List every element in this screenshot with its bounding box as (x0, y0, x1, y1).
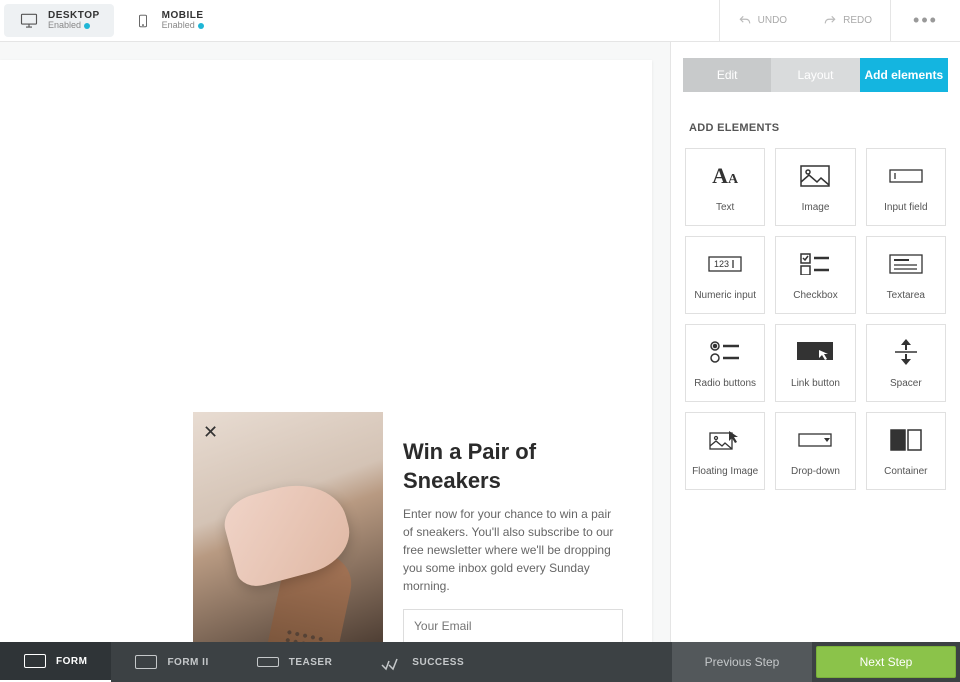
bottom-bar: FORM FORM II TEASER SUCCESS Previous Ste… (0, 642, 960, 682)
element-label: Textarea (887, 290, 925, 301)
element-label: Numeric input (694, 290, 756, 301)
element-textarea[interactable]: Textarea (866, 236, 946, 314)
redo-label: REDO (843, 15, 872, 26)
numeric-input-icon: 123 (708, 250, 742, 278)
undo-button[interactable]: UNDO (720, 0, 805, 41)
bottom-tab-label: FORM II (167, 657, 208, 668)
undo-label: UNDO (758, 15, 787, 26)
panel-tabs: Edit Layout Add elements (683, 58, 948, 92)
device-label-wrap: DESKTOP Enabled (48, 10, 100, 31)
spacer-icon (895, 338, 917, 366)
status-dot-icon (198, 23, 204, 29)
element-text[interactable]: AA Text (685, 148, 765, 226)
element-label: Input field (884, 202, 927, 213)
undo-icon (738, 14, 752, 28)
element-spacer[interactable]: Spacer (866, 324, 946, 402)
radio-icon (710, 338, 740, 366)
device-label-wrap: MOBILE Enabled (162, 10, 204, 31)
next-step-button[interactable]: Next Step (816, 646, 956, 678)
element-label: Drop-down (791, 466, 840, 477)
previous-step-button[interactable]: Previous Step (672, 642, 812, 682)
bottom-tab-form[interactable]: FORM (0, 642, 111, 682)
element-link-button[interactable]: Link button (775, 324, 855, 402)
bottom-right-actions: Previous Step Next Step (672, 642, 960, 682)
element-label: Checkbox (793, 290, 837, 301)
bottom-tab-success[interactable]: SUCCESS (356, 642, 488, 682)
element-label: Container (884, 466, 927, 477)
device-status: Enabled (162, 21, 204, 31)
desktop-icon (18, 12, 40, 30)
element-numeric-input[interactable]: 123 Numeric input (685, 236, 765, 314)
tab-layout[interactable]: Layout (771, 58, 859, 92)
elements-grid: AA Text Image Input field 123 Numeric in… (671, 148, 960, 490)
image-icon (800, 162, 830, 190)
element-checkbox[interactable]: Checkbox (775, 236, 855, 314)
bottom-tab-label: SUCCESS (412, 657, 464, 668)
element-floating-image[interactable]: Floating Image (685, 412, 765, 490)
device-toggle-mobile[interactable]: MOBILE Enabled (118, 0, 218, 41)
canvas-area[interactable]: ✕ Win a Pair of Sneakers Enter now for y… (0, 42, 670, 642)
teaser-tab-icon (257, 657, 279, 667)
form-tab-icon (24, 654, 46, 668)
popup-content: Win a Pair of Sneakers Enter now for you… (403, 412, 623, 642)
link-button-icon (797, 338, 833, 366)
right-panel: Edit Layout Add elements ADD ELEMENTS AA… (670, 42, 960, 642)
element-container[interactable]: Container (866, 412, 946, 490)
panel-section-title: ADD ELEMENTS (671, 92, 960, 148)
dots-icon: ••• (913, 10, 938, 31)
main-area: ✕ Win a Pair of Sneakers Enter now for y… (0, 42, 960, 642)
element-label: Link button (791, 378, 840, 389)
element-label: Spacer (890, 378, 922, 389)
popup-description: Enter now for your chance to win a pair … (403, 505, 623, 595)
element-radio-buttons[interactable]: Radio buttons (685, 324, 765, 402)
device-status: Enabled (48, 21, 100, 31)
bottom-tab-label: TEASER (289, 657, 333, 668)
checkbox-icon (800, 250, 830, 278)
dropdown-icon (798, 426, 832, 454)
element-image[interactable]: Image (775, 148, 855, 226)
element-dropdown[interactable]: Drop-down (775, 412, 855, 490)
svg-text:123: 123 (714, 259, 729, 269)
success-tab-icon (380, 655, 402, 669)
element-label: Image (802, 202, 830, 213)
redo-icon (823, 14, 837, 28)
textarea-icon (889, 250, 923, 278)
top-right-actions: UNDO REDO ••• (719, 0, 960, 41)
email-field[interactable] (403, 609, 623, 642)
mobile-icon (132, 12, 154, 30)
element-label: Floating Image (692, 466, 758, 477)
device-toggle-desktop[interactable]: DESKTOP Enabled (4, 4, 114, 37)
bottom-tab-label: FORM (56, 656, 87, 667)
status-dot-icon (84, 23, 90, 29)
element-label: Text (716, 202, 734, 213)
popup-title: Win a Pair of Sneakers (403, 438, 623, 495)
text-icon: AA (712, 162, 738, 190)
element-input-field[interactable]: Input field (866, 148, 946, 226)
close-icon[interactable]: ✕ (203, 422, 218, 443)
tab-edit[interactable]: Edit (683, 58, 771, 92)
canvas-page[interactable]: ✕ Win a Pair of Sneakers Enter now for y… (0, 60, 652, 642)
popup-widget[interactable]: ✕ Win a Pair of Sneakers Enter now for y… (193, 412, 623, 642)
form2-tab-icon (135, 655, 157, 669)
floating-image-icon (709, 426, 741, 454)
input-field-icon (889, 162, 923, 190)
tab-add-elements[interactable]: Add elements (860, 58, 948, 92)
bottom-tab-teaser[interactable]: TEASER (233, 642, 357, 682)
top-header: DESKTOP Enabled MOBILE Enabled UNDO REDO… (0, 0, 960, 42)
more-menu-button[interactable]: ••• (890, 0, 960, 41)
bottom-tab-form2[interactable]: FORM II (111, 642, 232, 682)
redo-button[interactable]: REDO (805, 0, 890, 41)
container-icon (890, 426, 922, 454)
element-label: Radio buttons (694, 378, 756, 389)
popup-image: ✕ (193, 412, 383, 642)
